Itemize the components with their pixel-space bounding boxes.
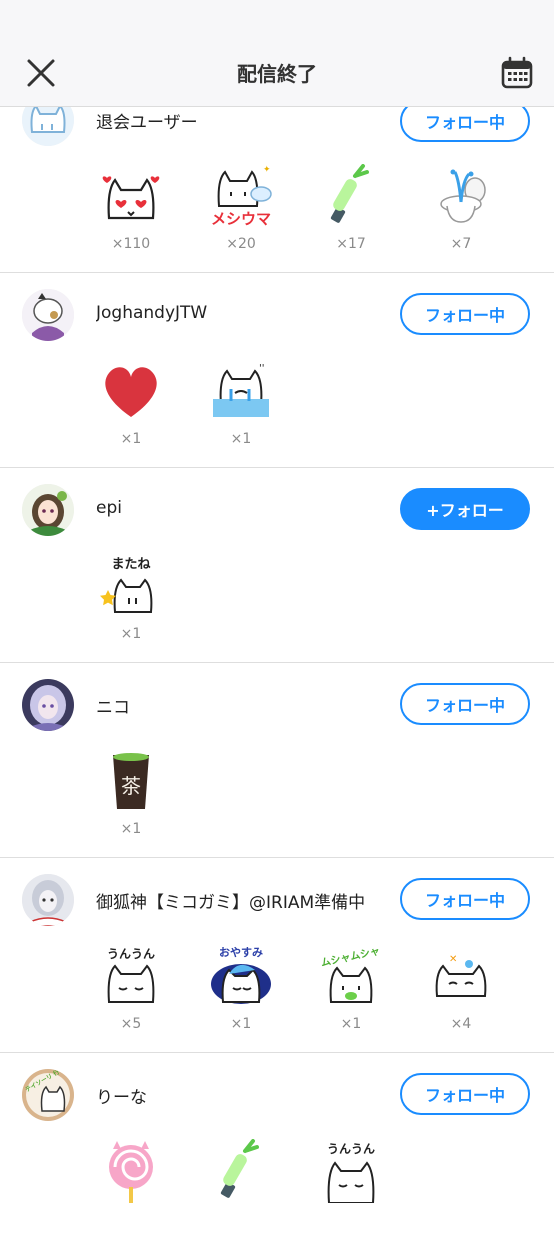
viewer-row: JoghandyJTW フォロー中 ×1 '' ×1 [0,273,554,468]
gift-item: うんうん ×5 [76,944,186,1032]
gift-list: うんうん [76,1139,406,1211]
username: JoghandyJTW [96,303,208,323]
svg-text:✦: ✦ [263,165,271,175]
gift-item: '' ×1 [186,359,296,447]
following-button[interactable]: フォロー中 [400,293,530,335]
gift-count: ×1 [120,431,142,447]
gift-count: ×1 [120,626,142,642]
mushamusha-cat-sticker-icon: ムシャムシャ [320,945,381,1003]
following-button[interactable]: フォロー中 [400,683,530,725]
green-onion-lightstick-sticker-icon [330,164,369,223]
gift-item: うんうん [296,1139,406,1211]
gift-count: ×17 [336,236,366,252]
gift-item: ×110 [76,164,186,252]
svg-text:またね: またね [111,557,150,572]
green-onion-lightstick-sticker-icon [220,1139,259,1198]
avatar[interactable] [22,874,74,926]
app-header: 配信終了 [0,0,554,107]
red-heart-sticker-icon [105,367,157,417]
viewer-list: 退会ユーザー フォロー中 ×110 メシウマ ✦ ×20 ×17 ×7 Jogh… [0,94,554,1247]
gift-count: ×1 [230,1016,252,1032]
lollipop-sticker-icon [109,1141,153,1203]
gift-item: ✕ ×4 [406,944,516,1032]
username: りーな [96,1088,147,1108]
viewer-row: 退会ユーザー フォロー中 ×110 メシウマ ✦ ×20 ×17 ×7 [0,94,554,273]
gift-item [186,1139,296,1211]
avatar[interactable] [22,484,74,536]
gift-list: またね ×1 [76,554,186,642]
svg-text:✕: ✕ [449,954,457,965]
gift-item: メシウマ ✦ ×20 [186,164,296,252]
gift-item: ×17 [296,164,406,252]
page-title: 配信終了 [237,62,317,86]
avatar[interactable]: テイソーリ 行きます [22,1069,74,1121]
avatar[interactable] [22,679,74,731]
gift-item [76,1139,186,1211]
gift-item: ムシャムシャ ×1 [296,944,406,1032]
gift-count: ×4 [450,1016,472,1032]
gift-list: ×110 メシウマ ✦ ×20 ×17 ×7 [76,164,516,252]
gift-count: ×1 [340,1016,362,1032]
svg-text:'': '' [259,363,265,374]
username: 御狐神【ミコガミ】@IRIAM準備中 [96,893,366,913]
username: 退会ユーザー [96,113,198,133]
gift-item: おやすみ ×1 [186,944,296,1032]
gift-item: 茶 ×1 [76,749,186,837]
gift-item: ×7 [406,164,516,252]
viewer-row: テイソーリ 行きます りーな フォロー中 うんうん [0,1053,554,1247]
svg-text:メシウマ: メシウマ [211,210,271,228]
sleepy-cat-sticker-icon: ✕ [435,954,487,997]
follow-button[interactable]: +フォロー [400,488,530,530]
following-button[interactable]: フォロー中 [400,878,530,920]
calendar-icon [501,56,533,89]
svg-text:ムシャムシャ: ムシャムシャ [320,945,381,969]
svg-text:茶: 茶 [121,774,141,798]
gift-list: 茶 ×1 [76,749,186,837]
crying-cat-sticker-icon: '' [213,363,269,417]
heart-eyes-cat-sticker-icon [102,176,160,220]
meshiuma-cat-sticker-icon: メシウマ ✦ [211,165,272,228]
gift-count: ×7 [450,236,472,252]
svg-text:おやすみ: おやすみ [219,946,263,959]
gift-count: ×5 [120,1016,142,1032]
svg-text:うんうん: うんうん [107,947,155,961]
gift-list: うんうん ×5 おやすみ ×1 ムシャムシャ ×1 ✕ ×4 [76,944,516,1032]
oyasumi-cat-sticker-icon: おやすみ [211,946,271,1004]
unun-cat-sticker-icon: うんうん [327,1142,375,1203]
gift-count: ×110 [111,236,151,252]
username: ニコ [96,698,130,718]
green-tea-cup-sticker-icon: 茶 [113,753,149,809]
gift-count: ×1 [230,431,252,447]
viewer-row: epi +フォロー またね ×1 [0,468,554,663]
gift-count: ×1 [120,821,142,837]
matane-cat-sticker-icon: またね [100,557,153,613]
gift-item: またね ×1 [76,554,186,642]
viewer-row: 御狐神【ミコガミ】@IRIAM準備中 フォロー中 うんうん ×5 おやすみ ×1… [0,858,554,1053]
unun-cat-sticker-icon: うんうん [107,947,155,1003]
svg-text:うんうん: うんうん [327,1142,375,1156]
following-button[interactable]: フォロー中 [400,1073,530,1115]
gift-count: ×20 [226,236,256,252]
username: epi [96,498,122,518]
gift-item: ×1 [76,359,186,447]
avatar[interactable] [22,289,74,341]
viewer-row: ニコ フォロー中 茶 ×1 [0,663,554,858]
toilet-fountain-sticker-icon [440,169,486,223]
gift-list: ×1 '' ×1 [76,359,296,447]
calendar-button[interactable] [500,56,534,90]
